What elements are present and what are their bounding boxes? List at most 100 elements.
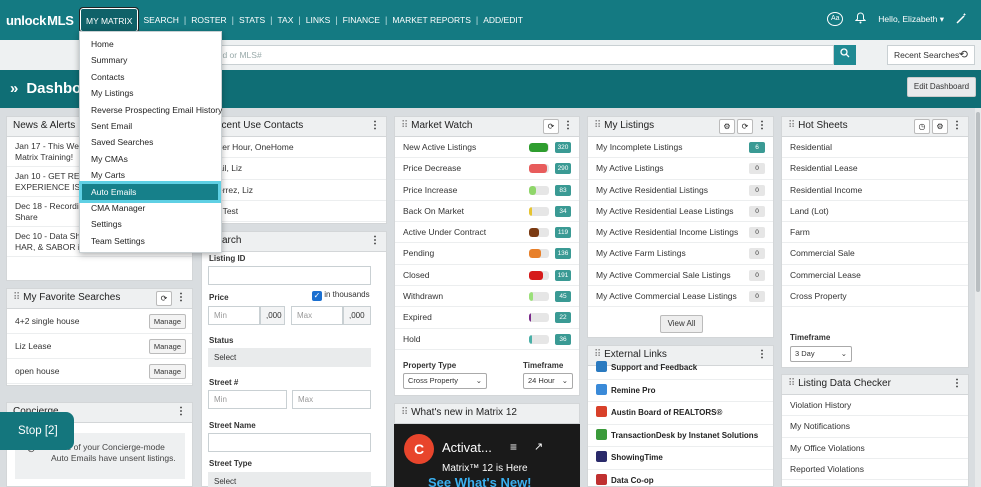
nav-add-edit[interactable]: ADD/EDIT [478, 8, 528, 32]
data-checker-item[interactable]: My Office Violations [782, 438, 968, 459]
my-listings-count[interactable]: 0 [749, 184, 765, 196]
nav-tax[interactable]: TAX [272, 8, 298, 32]
my-listings-count[interactable]: 0 [749, 291, 765, 303]
in-thousands-checkbox[interactable]: ✓ in thousands [312, 290, 370, 301]
menu-item-auto-emails[interactable]: Auto Emails [79, 180, 221, 203]
property-type-select[interactable]: Cross Property ⌄ [403, 373, 487, 389]
my-listings-row[interactable]: My Active Commercial Lease Listings 0 [588, 286, 773, 308]
playlist-icon[interactable]: ≡ [510, 440, 517, 454]
my-listings-count[interactable]: 0 [749, 248, 765, 260]
hot-sheet-item[interactable]: Residential Income [782, 180, 968, 201]
view-all-button[interactable]: View All [660, 315, 703, 333]
nav-my-matrix[interactable]: MY MATRIX [78, 7, 140, 33]
external-link[interactable]: TransactionDesk by Instanet Solutions [588, 425, 773, 447]
kebab-menu-icon[interactable]: ⋮ [757, 120, 767, 131]
nav-roster[interactable]: ROSTER [186, 8, 231, 32]
wand-icon[interactable] [956, 13, 967, 26]
drag-handle-icon[interactable]: ⠿ [401, 120, 408, 131]
contact-item[interactable]: ail, Liz [202, 158, 386, 180]
nav-links[interactable]: LINKS [301, 8, 336, 32]
favorite-search-item[interactable]: open house Manage [7, 359, 192, 384]
kebab-menu-icon[interactable]: ⋮ [952, 120, 962, 131]
nav-search[interactable]: SEARCH [138, 8, 183, 32]
my-listings-row[interactable]: My Active Residential Lease Listings 0 [588, 201, 773, 223]
kebab-menu-icon[interactable]: ⋮ [370, 120, 380, 131]
market-watch-count[interactable]: 45 [555, 291, 571, 303]
recent-searches-button[interactable]: Recent Searches ⟲ [887, 45, 975, 65]
manage-button[interactable]: Manage [148, 314, 186, 329]
market-watch-row[interactable]: Back On Market 34 [395, 201, 579, 223]
timeframe-select[interactable]: 24 Hour ⌄ [523, 373, 573, 389]
refresh-icon[interactable]: ⟳ [737, 119, 753, 134]
page-scrollbar[interactable] [975, 108, 981, 487]
market-watch-row[interactable]: New Active Listings 320 [395, 137, 579, 159]
drag-handle-icon[interactable]: ⠿ [13, 292, 20, 303]
gear-icon[interactable]: ⚙ [719, 119, 735, 134]
menu-item-cma-manager[interactable]: CMA Manager [80, 200, 221, 216]
menu-item-team-settings[interactable]: Team Settings [80, 233, 221, 249]
market-watch-row[interactable]: Price Decrease 290 [395, 158, 579, 180]
hot-sheet-item[interactable]: Commercial Lease [782, 265, 968, 287]
market-watch-row[interactable]: Price Increase 83 [395, 180, 579, 201]
market-watch-row[interactable]: Withdrawn 45 [395, 286, 579, 308]
menu-item-saved-searches[interactable]: Saved Searches [80, 134, 221, 150]
price-min-input[interactable]: Min [208, 306, 260, 325]
drag-handle-icon[interactable]: ⠿ [401, 407, 408, 418]
kebab-menu-icon[interactable]: ⋮ [176, 292, 186, 303]
contact-item[interactable]: ver Hour, OneHome [202, 137, 386, 159]
expand-icon[interactable]: » [10, 80, 18, 97]
nav-stats[interactable]: STATS [234, 8, 270, 32]
my-listings-row[interactable]: My Active Farm Listings 0 [588, 243, 773, 265]
menu-item-my-cmas[interactable]: My CMAs [80, 151, 221, 167]
market-watch-row[interactable]: Hold 36 [395, 329, 579, 350]
market-watch-row[interactable]: Closed 191 [395, 265, 579, 287]
share-icon[interactable]: ↗ [534, 440, 543, 453]
market-watch-count[interactable]: 320 [555, 142, 571, 153]
market-watch-count[interactable]: 22 [555, 312, 571, 324]
market-watch-count[interactable]: 290 [555, 163, 571, 175]
data-checker-item[interactable]: Violation History [782, 395, 968, 417]
refresh-icon[interactable]: ⟳ [543, 119, 559, 134]
market-watch-row[interactable]: Active Under Contract 119 [395, 222, 579, 244]
hot-sheet-item[interactable]: Commercial Sale [782, 243, 968, 265]
market-watch-count[interactable]: 119 [555, 227, 571, 239]
refresh-icon[interactable]: ⟳ [156, 291, 172, 306]
my-listings-row[interactable]: My Active Residential Income Listings 0 [588, 222, 773, 244]
stop-button[interactable]: Stop [2] [0, 412, 74, 450]
video-thumbnail[interactable]: C Activat... ≡ ↗ Matrix™ 12 is Here See … [394, 424, 580, 487]
my-listings-row[interactable]: My Incomplete Listings 6 [588, 137, 773, 159]
external-link[interactable]: Austin Board of REALTORS® [588, 402, 773, 425]
market-watch-row[interactable]: Expired 22 [395, 307, 579, 329]
market-watch-count[interactable]: 136 [555, 248, 571, 260]
hot-sheet-item[interactable]: Farm [782, 222, 968, 244]
menu-item-home[interactable]: Home [80, 36, 221, 52]
street-number-min-input[interactable]: Min [208, 390, 287, 409]
manage-button[interactable]: Manage [148, 339, 186, 354]
user-menu[interactable]: Hello, Elizabeth ▾ [878, 14, 944, 25]
street-number-max-input[interactable]: Max [292, 390, 371, 409]
data-checker-item[interactable]: My Notifications [782, 416, 968, 438]
street-name-input[interactable] [208, 433, 371, 452]
market-watch-count[interactable]: 191 [555, 269, 571, 281]
nav-finance[interactable]: FINANCE [338, 8, 385, 32]
menu-item-sent-email[interactable]: Sent Email [80, 118, 221, 134]
menu-item-my-carts[interactable]: My Carts [80, 167, 221, 183]
clock-icon[interactable]: ◷ [914, 119, 930, 134]
search-input[interactable]: and or MLS# [206, 45, 834, 65]
kebab-menu-icon[interactable]: ⋮ [563, 120, 573, 131]
my-listings-count[interactable]: 0 [749, 205, 765, 217]
market-watch-count[interactable]: 34 [555, 205, 571, 217]
listing-id-input[interactable] [208, 266, 371, 285]
favorite-search-item[interactable]: Liz Lease Manage [7, 334, 192, 359]
menu-item-settings[interactable]: Settings [80, 216, 221, 232]
kebab-menu-icon[interactable]: ⋮ [952, 378, 962, 389]
contact-item[interactable]: errez, Liz [202, 180, 386, 201]
street-type-select[interactable]: Select [208, 472, 371, 487]
my-listings-count[interactable]: 0 [749, 227, 765, 239]
my-listings-count[interactable]: 0 [749, 269, 765, 281]
price-max-input[interactable]: Max [291, 306, 343, 325]
favorite-search-item[interactable]: 4+2 single house Manage [7, 309, 192, 334]
search-button[interactable] [834, 45, 856, 65]
contact-item[interactable]: , Test [202, 201, 386, 223]
external-link[interactable]: ShowingTime [588, 447, 773, 470]
